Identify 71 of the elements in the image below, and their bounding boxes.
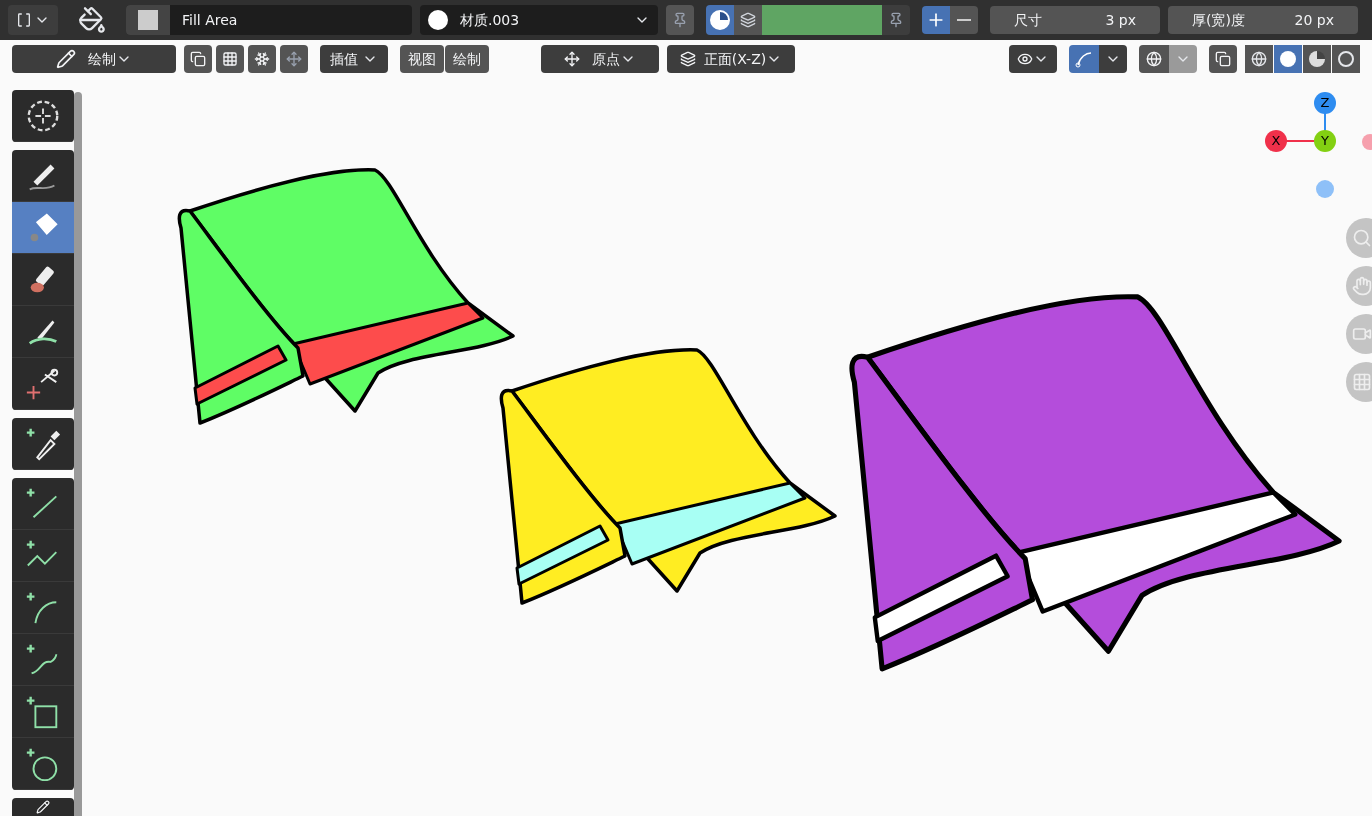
remove-button[interactable] — [950, 6, 978, 34]
overlay-icon — [1146, 51, 1162, 67]
eye-icon — [1017, 51, 1033, 67]
tool-button[interactable] — [12, 150, 74, 202]
brush-name: Fill Area — [181, 10, 239, 30]
hand-icon — [1352, 276, 1372, 296]
shading-button[interactable] — [1245, 45, 1273, 73]
tool-button[interactable] — [12, 582, 74, 634]
shading-button[interactable] — [1274, 45, 1302, 73]
zoom-icon — [1352, 228, 1372, 248]
tool-button[interactable] — [12, 478, 74, 530]
tool-button[interactable] — [12, 686, 74, 738]
curve-icon — [1074, 49, 1094, 69]
pin-icon — [888, 12, 904, 28]
pivot-icon — [564, 51, 580, 67]
pencil-icon — [56, 49, 76, 69]
mode-dropdown[interactable]: 绘制 — [12, 45, 176, 73]
multiframe-button[interactable] — [184, 45, 212, 73]
minus-icon — [957, 19, 971, 21]
auto-key-button[interactable] — [216, 45, 244, 73]
layers-icon — [190, 51, 206, 67]
shading-button[interactable] — [1303, 45, 1331, 73]
transform-button[interactable] — [280, 45, 308, 73]
thickness-label: 厚(宽)度 — [1192, 10, 1245, 30]
view-dropdown[interactable]: 正面(X-Z) — [667, 45, 795, 73]
gizmo-toggle[interactable] — [1069, 45, 1099, 73]
size-label: 尺寸 — [1014, 10, 1042, 30]
snowflake-icon — [254, 51, 270, 67]
shading-button[interactable] — [1332, 45, 1360, 73]
overlay-toggle[interactable] — [1139, 45, 1169, 73]
tool-button[interactable] — [12, 254, 74, 306]
tool-button[interactable] — [12, 358, 74, 410]
menu-button[interactable]: 视图 — [400, 45, 444, 73]
pencil-icon — [36, 800, 50, 814]
tool-button[interactable] — [12, 530, 74, 582]
visibility-dropdown[interactable] — [1009, 45, 1057, 73]
paint-bucket-icon — [78, 6, 106, 34]
brush-thumbnail — [126, 5, 170, 35]
size-value: 3 px — [1105, 10, 1136, 30]
pin-button[interactable] — [882, 5, 910, 35]
thickness-field[interactable]: 厚(宽)度 20 px — [1168, 6, 1358, 34]
move-icon — [286, 51, 302, 67]
pin-icon — [672, 12, 688, 28]
tool-button[interactable] — [12, 90, 74, 142]
brush-field[interactable]: Fill Area — [126, 5, 412, 35]
tool-button[interactable] — [12, 306, 74, 358]
tool-button[interactable] — [12, 738, 74, 790]
tool-button[interactable] — [12, 634, 74, 686]
interpolate-dropdown[interactable]: 插值 — [320, 45, 388, 73]
size-field[interactable]: 尺寸 3 px — [990, 6, 1160, 34]
pin-button[interactable] — [666, 5, 694, 35]
vertex-color-button[interactable] — [734, 5, 762, 35]
thickness-value: 20 px — [1294, 10, 1334, 30]
wireframe-sphere-icon — [1251, 51, 1267, 67]
gizmo-dropdown[interactable] — [1099, 45, 1127, 73]
add-button[interactable] — [922, 6, 950, 34]
color-wheel-icon — [710, 10, 730, 30]
mode-dropdown[interactable] — [8, 5, 58, 35]
axis-label[interactable]: Z — [1314, 92, 1336, 114]
axis-label[interactable]: Y — [1314, 130, 1336, 152]
scrollbar[interactable] — [74, 92, 82, 816]
xray-button[interactable] — [1209, 45, 1237, 73]
menu-button[interactable]: 绘制 — [445, 45, 489, 73]
tool-button[interactable] — [12, 418, 74, 470]
color-swatch[interactable] — [762, 5, 882, 35]
color-mode-button[interactable] — [706, 5, 734, 35]
pivot-dropdown[interactable]: 原点 — [541, 45, 659, 73]
axis-label[interactable]: X — [1265, 130, 1287, 152]
xray-icon — [1215, 51, 1231, 67]
freeze-button[interactable] — [248, 45, 276, 73]
material-dropdown[interactable]: 材质.003 — [420, 5, 658, 35]
